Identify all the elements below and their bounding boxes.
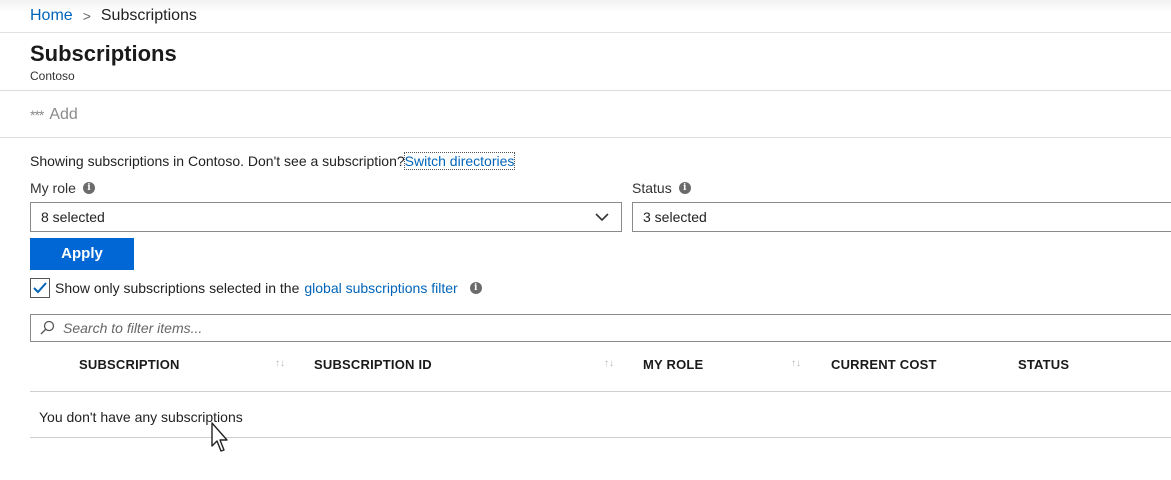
- info-icon[interactable]: i: [469, 282, 482, 294]
- page-title: Subscriptions: [30, 41, 177, 66]
- column-header-current-cost[interactable]: CURRENT COST: [831, 357, 937, 372]
- column-header-subscription[interactable]: SUBSCRIPTION: [79, 357, 180, 372]
- divider: [0, 137, 1171, 138]
- sort-icon[interactable]: ↑↓: [604, 358, 614, 369]
- column-header-status[interactable]: STATUS: [1018, 357, 1069, 372]
- top-bar: Home > Subscriptions: [0, 0, 1171, 33]
- my-role-value: 8 selected: [41, 209, 105, 225]
- table-bottom-divider: [30, 437, 1171, 438]
- breadcrumb-current: Subscriptions: [100, 7, 197, 24]
- global-filter-text: Show only subscriptions selected in the: [55, 280, 300, 296]
- chevron-down-icon: [595, 213, 609, 222]
- status-value: 3 selected: [643, 209, 707, 225]
- search-box[interactable]: [30, 314, 1171, 342]
- my-role-dropdown[interactable]: 8 selected: [30, 202, 622, 232]
- breadcrumb: Home > Subscriptions: [30, 7, 197, 25]
- status-label: Status i: [632, 180, 691, 196]
- add-button-label: Add: [49, 106, 78, 123]
- switch-directories-link[interactable]: Switch directories: [403, 152, 516, 170]
- directory-info-text: Showing subscriptions in Contoso. Don't …: [30, 153, 405, 169]
- apply-button[interactable]: Apply: [30, 238, 134, 270]
- info-icon[interactable]: i: [678, 182, 691, 194]
- table-header-divider: [30, 391, 1171, 392]
- search-input[interactable]: [61, 319, 661, 337]
- breadcrumb-home-link[interactable]: Home: [30, 7, 73, 25]
- status-dropdown[interactable]: 3 selected: [632, 202, 1171, 232]
- divider: [0, 90, 1171, 91]
- column-header-subscription-id[interactable]: SUBSCRIPTION ID: [314, 357, 432, 372]
- page-subtitle: Contoso: [30, 69, 75, 83]
- more-icon: ***: [30, 107, 44, 123]
- global-filter-label: Show only subscriptions selected in the …: [55, 280, 482, 296]
- my-role-label: My role i: [30, 180, 95, 196]
- sort-icon[interactable]: ↑↓: [791, 358, 801, 369]
- mouse-cursor-icon: [211, 422, 228, 452]
- sort-icon[interactable]: ↑↓: [275, 358, 285, 369]
- my-role-label-text: My role: [30, 180, 76, 196]
- column-header-my-role[interactable]: MY ROLE: [643, 357, 703, 372]
- checkmark-icon: [33, 282, 47, 294]
- chevron-right-icon: >: [82, 8, 91, 24]
- status-label-text: Status: [632, 180, 672, 196]
- search-icon: [40, 320, 55, 335]
- global-subscriptions-filter-link[interactable]: global subscriptions filter: [304, 280, 457, 296]
- add-button[interactable]: *** Add: [30, 106, 78, 124]
- global-filter-checkbox[interactable]: [30, 278, 50, 298]
- directory-info: Showing subscriptions in Contoso. Don't …: [30, 152, 516, 170]
- info-icon[interactable]: i: [82, 182, 95, 194]
